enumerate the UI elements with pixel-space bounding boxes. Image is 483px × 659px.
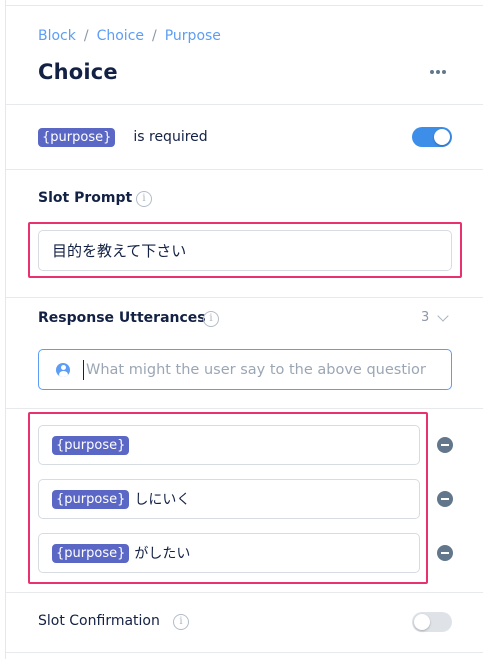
breadcrumb: Block / Choice / Purpose (38, 28, 221, 44)
slot-prompt-field[interactable]: 目的を教えて下さい (38, 230, 452, 271)
response-utterances-label: Response Utterances (38, 310, 206, 326)
utterance-count[interactable]: 3 (421, 309, 449, 325)
required-label: is required (133, 129, 208, 145)
slot-chip: {purpose} (38, 127, 116, 147)
section-divider (6, 652, 483, 653)
breadcrumb-purpose[interactable]: Purpose (165, 28, 221, 44)
info-icon[interactable]: i (173, 614, 189, 630)
slot-chip: {purpose} (52, 489, 130, 509)
utterance-item[interactable]: {purpose} (38, 425, 420, 465)
remove-utterance-icon[interactable] (437, 545, 453, 561)
toggle-knob (414, 614, 430, 630)
section-divider (6, 297, 483, 298)
toggle-knob (434, 129, 450, 145)
info-icon[interactable]: i (203, 311, 219, 327)
slot-confirmation-label: Slot Confirmation (38, 613, 160, 629)
breadcrumb-block[interactable]: Block (38, 28, 76, 44)
slot-prompt-label: Slot Prompt (38, 190, 133, 206)
text-cursor (83, 359, 84, 380)
slot-chip: {purpose} (52, 543, 130, 563)
block-editor-panel: Block / Choice / Purpose Choice {purpose} is… (5, 0, 483, 659)
section-divider (6, 592, 483, 593)
slot-confirmation-toggle[interactable] (412, 612, 452, 632)
utterance-text: がしたい (134, 546, 191, 562)
utterance-item[interactable]: {purpose} しにいく (38, 479, 420, 519)
utterance-count-value: 3 (421, 310, 430, 325)
section-divider (6, 104, 483, 105)
required-toggle[interactable] (412, 127, 452, 147)
slot-chip: {purpose} (52, 435, 130, 455)
remove-utterance-icon[interactable] (437, 491, 453, 507)
utterance-item[interactable]: {purpose} がしたい (38, 533, 420, 573)
user-icon (56, 362, 70, 377)
page-title: Choice (38, 60, 118, 84)
remove-utterance-icon[interactable] (437, 437, 453, 453)
breadcrumb-separator: / (83, 28, 89, 44)
section-divider (6, 408, 483, 409)
utterance-input-field[interactable] (86, 361, 426, 378)
utterance-text: しにいく (134, 492, 191, 508)
utterance-input[interactable] (38, 349, 452, 390)
required-row: {purpose} is required (38, 126, 208, 148)
top-divider (6, 0, 483, 6)
section-divider (6, 169, 483, 170)
breadcrumb-separator: / (152, 28, 157, 44)
info-icon[interactable]: i (136, 191, 152, 207)
more-options-icon[interactable] (426, 60, 450, 84)
breadcrumb-choice[interactable]: Choice (97, 28, 144, 44)
slot-prompt-value: 目的を教えて下さい (52, 242, 187, 260)
chevron-down-icon (437, 309, 449, 322)
